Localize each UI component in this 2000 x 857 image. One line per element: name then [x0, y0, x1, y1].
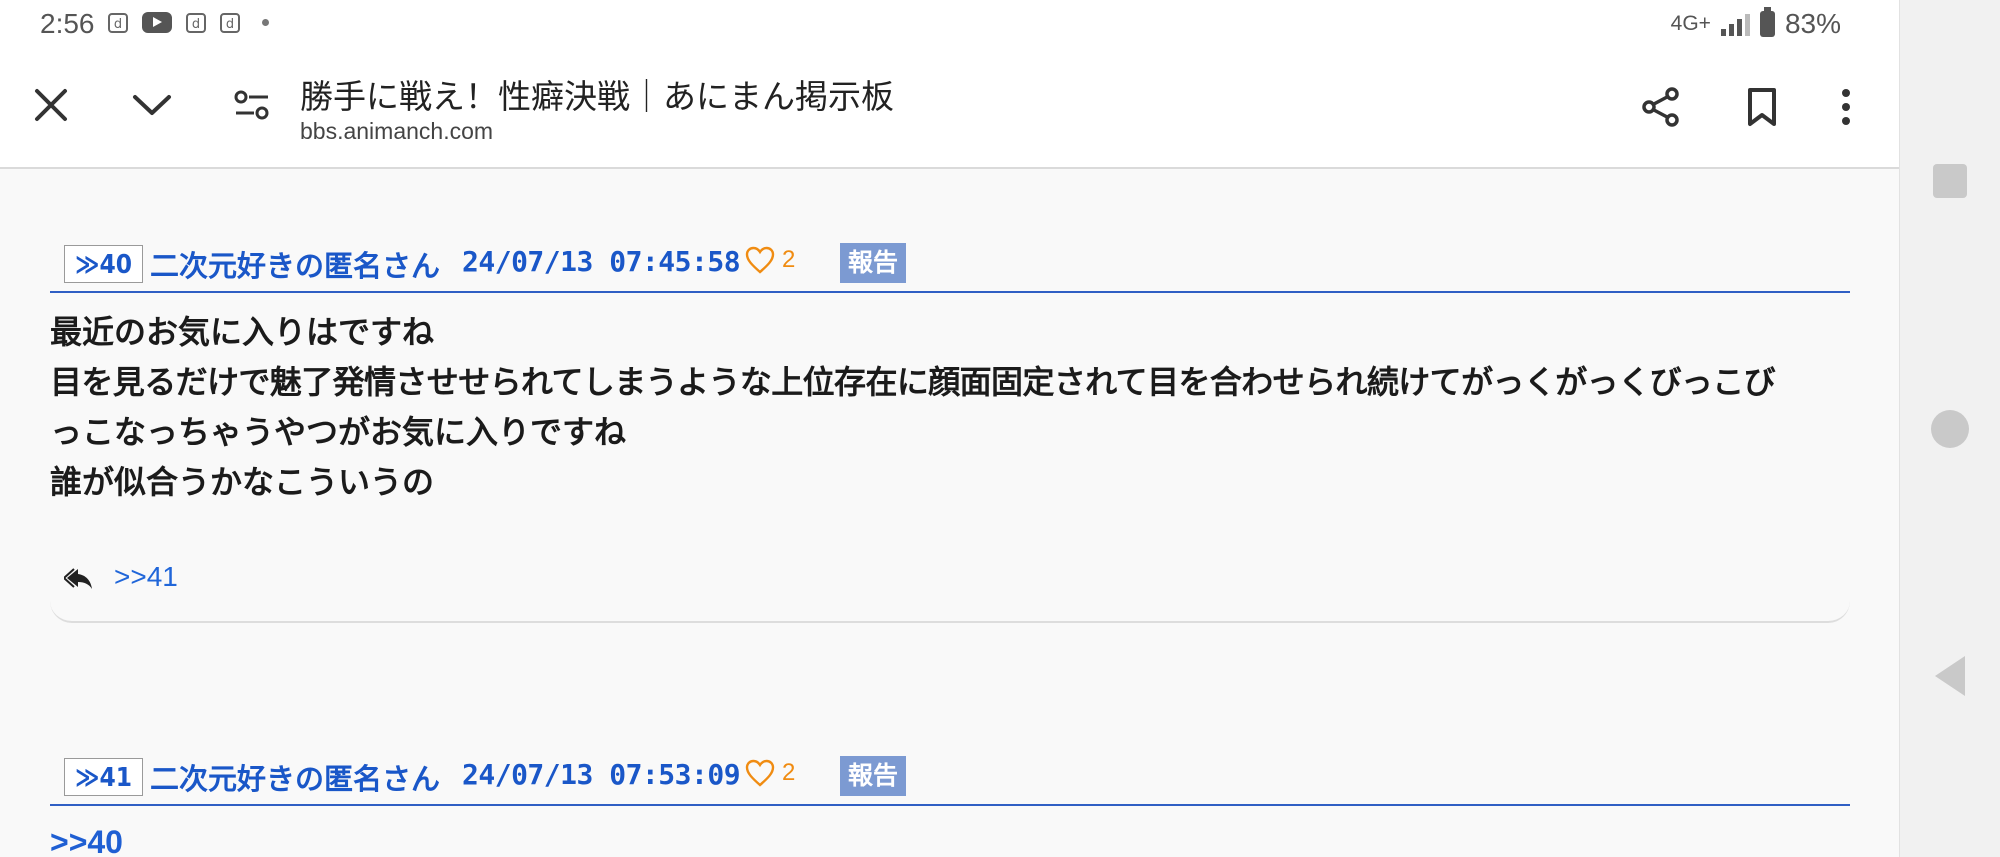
browser-toolbar: 勝手に戦え！性癖決戦｜あにまん掲示板 bbs.animanch.com [0, 48, 1899, 169]
post-text-line: 目を見るだけで魅了発情させせられてしまうような上位存在に顔面固定されて目を合わせ… [50, 363, 1776, 401]
d-app-icon: d [108, 12, 128, 33]
page-url: bbs.animanch.com [300, 118, 494, 144]
post-text-line: 誰が似合うかなこういうの [50, 463, 435, 501]
bookmark-icon[interactable] [1744, 86, 1780, 132]
res-number-button[interactable]: ≫41 [64, 758, 144, 796]
more-vert-icon[interactable] [1836, 86, 1856, 132]
battery-icon [1759, 7, 1775, 37]
report-button[interactable]: 報告 [840, 243, 907, 283]
battery-percent: 83% [1784, 8, 1841, 39]
post-text-line: っこなっちゃうやつがお気に入りですね [50, 413, 627, 451]
post-text-line: 最近のお気に入りはですね [50, 313, 435, 351]
post-footer: >>41 [50, 545, 1850, 623]
like-count: 2 [782, 759, 796, 786]
post-date: 24/07/13 07:45:58 [462, 245, 741, 278]
report-button[interactable]: 報告 [840, 756, 907, 796]
chevron-down-icon[interactable] [130, 86, 174, 128]
tune-icon[interactable] [232, 86, 272, 128]
post-header: ≫41 二次元好きの匿名さん 24/07/13 07:53:09 2 報告 [50, 744, 1850, 806]
close-icon[interactable] [32, 86, 70, 128]
post-body: 最近のお気に入りはですね 目を見るだけで魅了発情させせられてしまうような上位存在… [50, 307, 1850, 507]
reply-link[interactable]: >>41 [114, 561, 178, 593]
browser-screen: 2:56 d d d 4G+ 83% 勝手に戦え！性癖決戦｜あにまん掲示板 bb… [0, 0, 1899, 857]
heart-icon [745, 246, 775, 274]
heart-icon [745, 759, 775, 787]
youtube-icon [142, 12, 172, 33]
status-time: 2:56 [40, 8, 95, 39]
post-date: 24/07/13 07:53:09 [462, 758, 741, 791]
status-right: 4G+ 83% [1670, 7, 1841, 40]
reply-all-icon [64, 568, 92, 589]
recents-icon[interactable] [1933, 164, 1967, 198]
d-app-icon: d [220, 12, 240, 33]
notification-icons: d d d [108, 12, 269, 33]
system-navigation-bar [1899, 0, 2000, 857]
like-button[interactable]: 2 [744, 758, 795, 788]
post-header: ≫40 二次元好きの匿名さん 24/07/13 07:45:58 2 報告 [50, 231, 1850, 293]
back-icon[interactable] [1935, 656, 1965, 696]
like-button[interactable]: 2 [744, 245, 795, 275]
post-40: ≫40 二次元好きの匿名さん 24/07/13 07:45:58 2 報告 最近… [50, 231, 1850, 623]
signal-icon [1720, 12, 1750, 36]
home-icon[interactable] [1931, 410, 1969, 448]
status-bar: 2:56 d d d 4G+ 83% [0, 0, 1899, 48]
page-title: 勝手に戦え！性癖決戦｜あにまん掲示板 [300, 77, 894, 116]
more-notifications-dot-icon [262, 19, 269, 26]
poster-name: 二次元好きの匿名さん [150, 249, 441, 283]
d-app-icon: d [186, 12, 206, 33]
res-number-button[interactable]: ≫40 [64, 245, 144, 283]
share-icon[interactable] [1640, 86, 1682, 132]
network-type: 4G+ [1670, 12, 1711, 35]
poster-name: 二次元好きの匿名さん [150, 762, 441, 796]
like-count: 2 [782, 246, 796, 273]
anchor-link[interactable]: >>40 [50, 824, 1850, 857]
post-41: ≫41 二次元好きの匿名さん 24/07/13 07:53:09 2 報告 >>… [50, 744, 1850, 857]
